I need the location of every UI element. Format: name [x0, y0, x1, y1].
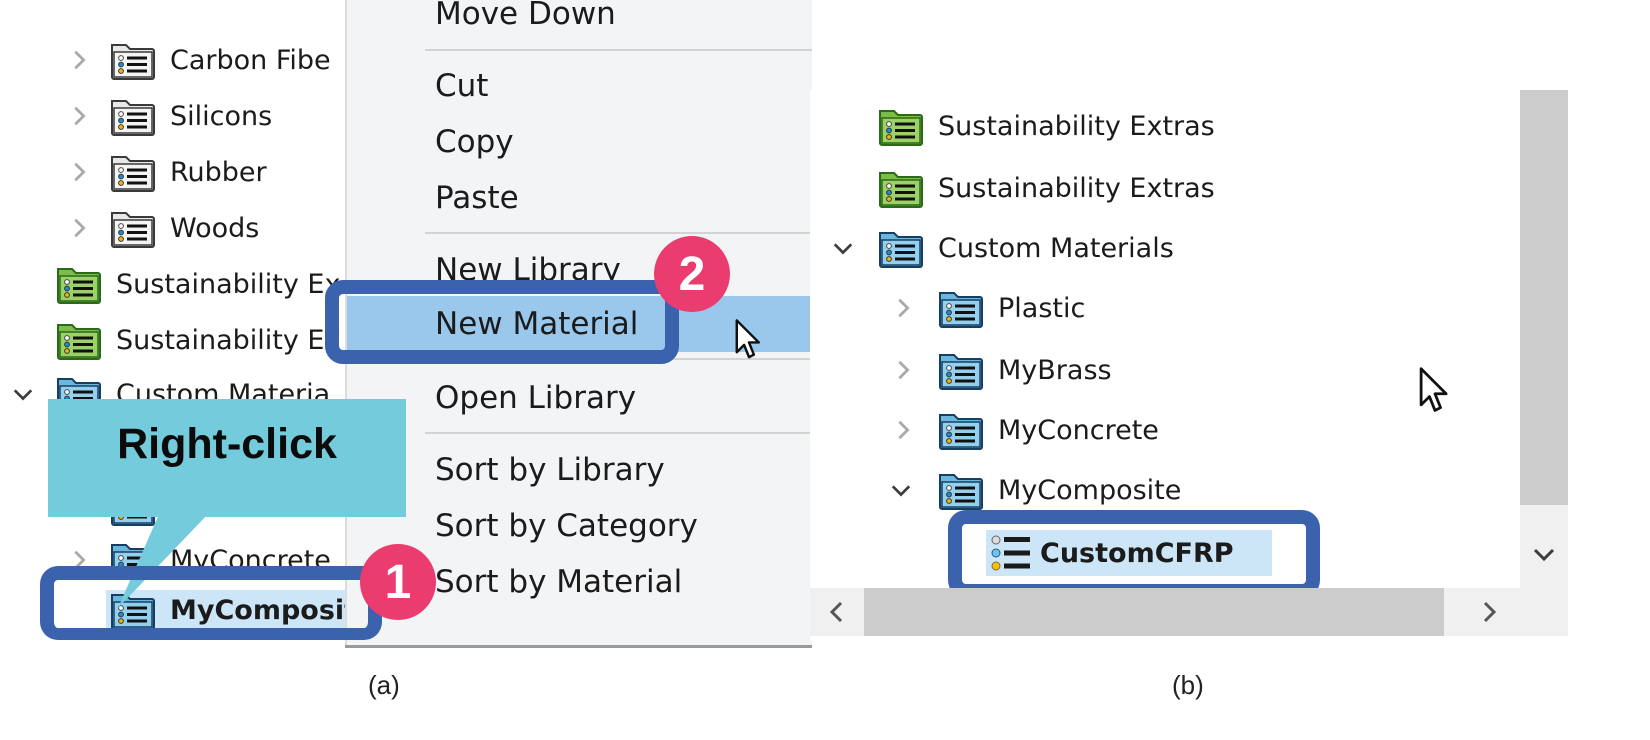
- highlight-ring-new-material: [325, 280, 679, 364]
- scroll-down-button[interactable]: [1520, 530, 1568, 578]
- chevron-right-icon[interactable]: [64, 213, 94, 243]
- menu-item-paste[interactable]: Paste: [347, 172, 812, 224]
- library-folder-blue-icon: [938, 409, 984, 451]
- tree-item-label: Plastic: [998, 292, 1086, 324]
- tree-item-woods[interactable]: Woods: [64, 208, 259, 248]
- tree-item-mycomposite[interactable]: MyComposite: [886, 470, 1181, 510]
- tree-item-myconcrete[interactable]: MyConcrete: [888, 410, 1159, 450]
- library-folder-green-icon: [878, 105, 924, 147]
- library-folder-green-icon: [878, 167, 924, 209]
- mouse-cursor-icon: [734, 318, 764, 362]
- menu-item-label: Sort by Library: [435, 452, 665, 488]
- library-folder-blue-icon: [938, 469, 984, 511]
- tree-item-label: MyBrass: [998, 354, 1112, 386]
- mouse-cursor-icon: [1418, 366, 1452, 416]
- chevron-down-icon[interactable]: [8, 379, 38, 409]
- chevron-right-icon[interactable]: [64, 157, 94, 187]
- tree-item-label: Sustainability Ex: [116, 324, 341, 356]
- highlight-ring-mycomposite: [40, 566, 382, 640]
- chevron-right-icon[interactable]: [64, 45, 94, 75]
- tree-item-rubber[interactable]: Rubber: [64, 152, 267, 192]
- menu-separator: [425, 49, 812, 51]
- menu-item-copy[interactable]: Copy: [347, 116, 812, 168]
- horizontal-scrollbar-thumb[interactable]: [864, 588, 1444, 636]
- tree-item-silicons[interactable]: Silicons: [64, 96, 272, 136]
- tree-item-label: Rubber: [170, 156, 267, 188]
- menu-item-label: Sort by Category: [435, 508, 698, 544]
- library-folder-gray-icon: [110, 151, 156, 193]
- menu-item-label: Sort by Material: [435, 564, 683, 600]
- menu-separator: [425, 432, 812, 434]
- scroll-left-button[interactable]: [814, 588, 860, 636]
- chevron-right-icon[interactable]: [888, 293, 918, 323]
- vertical-scrollbar-thumb[interactable]: [1520, 90, 1568, 505]
- chevron-right-icon: [1483, 601, 1497, 623]
- menu-item-move-down[interactable]: Move Down: [347, 0, 812, 40]
- chevron-left-icon: [829, 601, 843, 623]
- library-folder-gray-icon: [110, 207, 156, 249]
- highlight-ring-customcfrp: [948, 510, 1320, 598]
- tree-item-label: Sustainability Ex: [116, 268, 341, 300]
- tree-item-mybrass[interactable]: MyBrass: [888, 350, 1112, 390]
- menu-item-sort-by-library[interactable]: Sort by Library: [347, 444, 812, 496]
- step-badge-2: 2: [654, 236, 730, 312]
- chevron-right-icon[interactable]: [888, 415, 918, 445]
- menu-item-label: Open Library: [435, 380, 637, 416]
- tree-item-label: Sustainability Extras: [938, 110, 1215, 142]
- menu-item-sort-by-category[interactable]: Sort by Category: [347, 500, 812, 552]
- caption-b: (b): [1172, 670, 1204, 700]
- chevron-right-icon[interactable]: [888, 355, 918, 385]
- chevron-down-icon[interactable]: [828, 233, 858, 263]
- tree-item-label: Silicons: [170, 100, 273, 132]
- tree-item-plastic[interactable]: Plastic: [888, 288, 1085, 328]
- tree-item-label: Woods: [170, 212, 260, 244]
- tree-item-sustainability-extras-2[interactable]: Sustainability Ex: [56, 320, 340, 360]
- menu-item-label: Paste: [435, 180, 519, 216]
- library-folder-blue-icon: [938, 287, 984, 329]
- library-folder-green-icon: [56, 319, 102, 361]
- step-badge-1: 1: [360, 544, 436, 620]
- menu-item-open-library[interactable]: Open Library: [347, 372, 812, 424]
- library-folder-gray-icon: [110, 95, 156, 137]
- library-folder-blue-icon: [938, 349, 984, 391]
- tree-item-sustainability-extras-1[interactable]: Sustainability Ex: [56, 264, 340, 304]
- library-folder-blue-icon: [878, 227, 924, 269]
- tree-item-label: Carbon Fibe: [170, 44, 331, 76]
- tree-item-sustainability-extras-1[interactable]: Sustainability Extras: [878, 106, 1215, 146]
- library-folder-gray-icon: [110, 39, 156, 81]
- panel-a: Carbon Fibe Silicons Rubber Woods Sustai…: [0, 0, 812, 660]
- tree-item-label: MyComposite: [998, 474, 1182, 506]
- tree-item-carbon-fiber[interactable]: Carbon Fibe: [64, 40, 331, 80]
- menu-item-label: Cut: [435, 68, 489, 104]
- menu-separator: [425, 232, 812, 234]
- tree-item-label: MyConcrete: [998, 414, 1159, 446]
- menu-item-label: Copy: [435, 124, 514, 160]
- library-folder-green-icon: [56, 263, 102, 305]
- menu-item-cut[interactable]: Cut: [347, 60, 812, 112]
- tree-item-label: Custom Materials: [938, 232, 1174, 264]
- tree-item-custom-materials[interactable]: Custom Materials: [828, 228, 1174, 268]
- tree-item-label: Sustainability Extras: [938, 172, 1215, 204]
- chevron-right-icon[interactable]: [64, 101, 94, 131]
- scroll-right-button[interactable]: [1466, 588, 1512, 636]
- callout-text: Right-click: [117, 420, 337, 468]
- chevron-down-icon: [1532, 542, 1556, 566]
- caption-a: (a): [368, 670, 400, 700]
- tree-item-sustainability-extras-2[interactable]: Sustainability Extras: [878, 168, 1215, 208]
- chevron-down-icon[interactable]: [886, 475, 916, 505]
- menu-item-label: Move Down: [435, 0, 616, 32]
